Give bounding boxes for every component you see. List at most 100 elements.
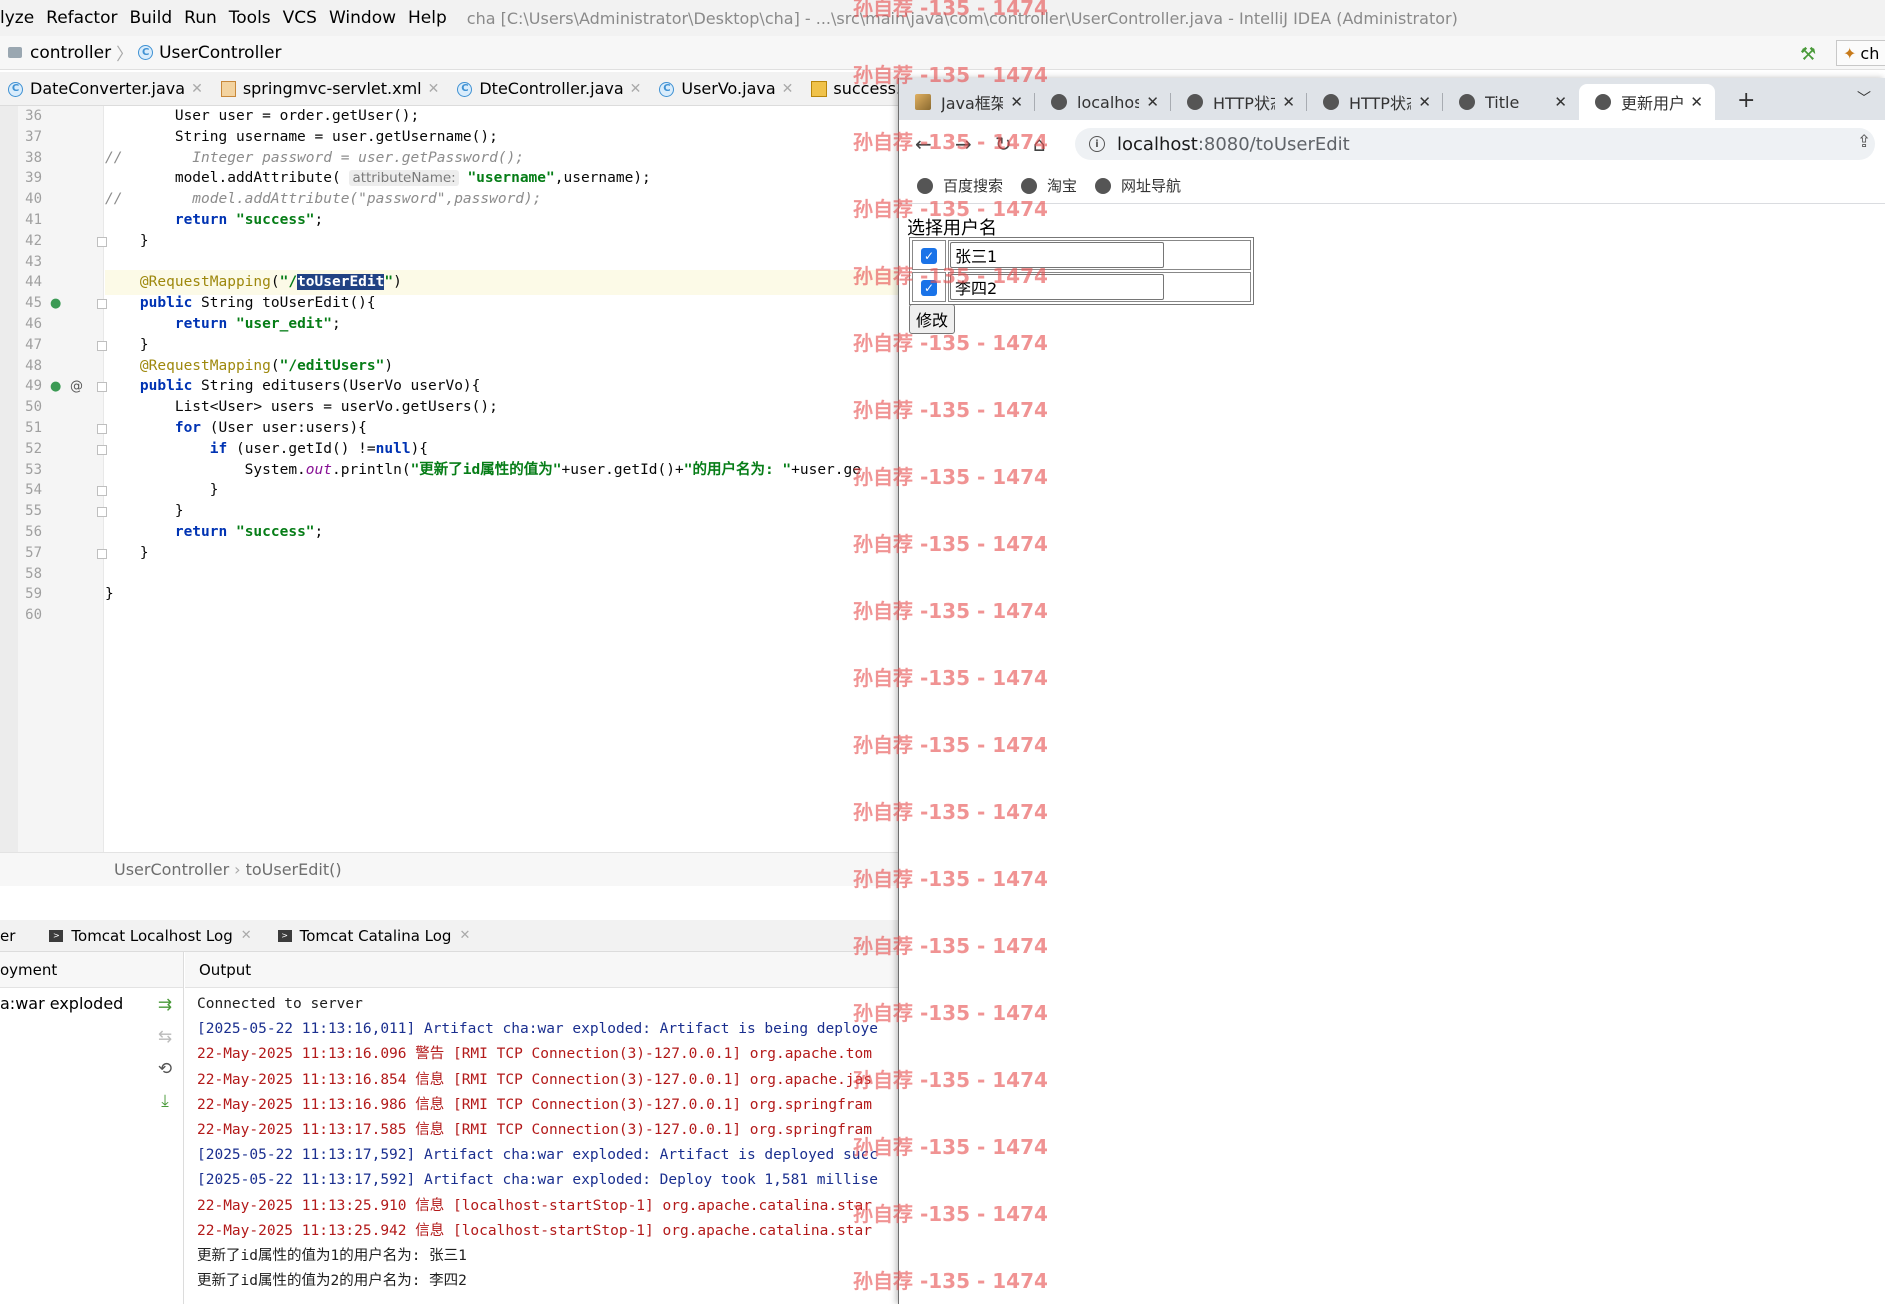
site-favicon-icon [915,94,931,110]
bookmark-item[interactable]: 百度搜索 [917,175,1003,196]
breadcrumb-class[interactable]: UserController [114,860,229,879]
username-input[interactable]: 张三1 [950,242,1164,268]
bookmark-item[interactable]: 淘宝 [1021,175,1077,196]
menu-help[interactable]: Help [408,8,447,28]
tab-search-chevron-icon[interactable]: ﹀ [1857,88,1871,108]
deploy-icon[interactable]: ⇉ [150,995,180,1027]
globe-icon [1095,177,1112,194]
tab-dtecontroller[interactable]: C DteController.java ✕ [449,72,651,106]
fold-marker-icon[interactable] [97,486,107,497]
menu-refactor[interactable]: Refactor [46,8,117,28]
user-checkbox[interactable]: ✓ [921,280,937,296]
folder-icon [8,47,22,58]
close-icon[interactable]: ✕ [1418,93,1431,111]
tab-server[interactable]: er [0,927,15,945]
menu-tools[interactable]: Tools [229,8,271,28]
bookmark-item[interactable]: 网址导航 [1095,175,1181,196]
code-editor[interactable]: User user = order.getUser(); String user… [105,106,900,852]
breadcrumb-method[interactable]: toUserEdit() [246,860,342,879]
back-arrow-icon[interactable]: ← [915,132,932,156]
line-number: 46 [25,316,42,332]
user-checkbox[interactable]: ✓ [921,248,937,264]
console-line: 22-May-2025 11:13:17.585 信息 [RMI TCP Con… [197,1122,873,1138]
fold-marker-icon[interactable] [97,299,107,310]
jsp-icon [811,80,828,97]
menu-analyze[interactable]: lyze [0,8,34,28]
line-number: 60 [25,607,42,624]
breadcrumb-folder[interactable]: controller [30,43,111,63]
browser-tab-active[interactable]: 更新用户 ✕ [1579,84,1715,120]
close-icon[interactable]: ✕ [630,81,642,97]
username-input[interactable]: 李四2 [950,274,1164,300]
code-breadcrumb: UserController › toUserEdit() [0,852,900,886]
run-config-label: ch [1860,43,1880,63]
fold-marker-icon[interactable] [97,424,107,434]
editor-tabs: C DateConverter.java ✕ springmvc-servlet… [0,72,924,106]
chevron-right-icon: › [234,860,241,879]
info-icon[interactable]: i [1089,136,1105,152]
url-host: localhost [1117,133,1198,155]
fold-marker-icon[interactable] [97,444,107,455]
tab-label: Tomcat Catalina Log [299,926,452,945]
forward-arrow-icon[interactable]: → [955,132,972,156]
close-icon[interactable]: ✕ [1690,93,1703,111]
browser-tab[interactable]: localhost ✕ [1035,84,1171,120]
submit-button[interactable]: 修改 [909,304,956,334]
spring-mapping-icon[interactable]: ● [50,379,61,394]
line-number: 47 [25,336,42,353]
share-icon[interactable]: ⇪ [1857,132,1871,152]
build-hammer-icon[interactable]: ⚒ [1800,44,1820,65]
close-icon[interactable]: ✕ [1282,93,1295,111]
fold-marker-icon[interactable] [97,507,107,518]
fold-marker-icon[interactable] [97,382,107,393]
annotation-icon[interactable]: @ [70,379,83,394]
spring-mapping-icon[interactable]: ● [50,296,61,311]
close-icon[interactable]: ✕ [428,81,440,97]
fold-marker-icon[interactable] [97,236,107,247]
new-tab-plus-icon[interactable]: + [1737,88,1755,113]
code-line[interactable] [105,603,900,628]
line-number: 52 [25,440,42,457]
refresh-icon[interactable]: ⟲ [150,1059,180,1091]
close-icon[interactable]: ✕ [191,81,203,97]
fold-marker-icon[interactable] [97,340,107,351]
line-number: 53 [25,461,42,478]
update-icon[interactable]: ⤓ [150,1091,180,1123]
line-number: 51 [25,420,42,436]
menu-run[interactable]: Run [184,8,217,28]
reload-icon[interactable]: ↻ [995,132,1012,156]
close-icon[interactable]: ✕ [241,928,252,943]
line-number: 39 [25,170,42,187]
console-output[interactable]: Connected to server [2025-05-22 11:13:16,… [185,988,900,1304]
close-icon[interactable]: ✕ [782,81,794,97]
console-line: [2025-05-22 11:13:17,592] Artifact cha:w… [197,1147,878,1164]
console-line: 22-May-2025 11:13:16.854 信息 [RMI TCP Con… [197,1071,873,1088]
run-configuration-select[interactable]: ✦ ch [1836,40,1885,66]
browser-tab[interactable]: Title ✕ [1443,84,1579,120]
menu-window[interactable]: Window [329,8,396,28]
browser-tab[interactable]: HTTP状态 ✕ [1307,84,1443,120]
breadcrumb-file[interactable]: UserController [159,43,281,63]
tab-uservo[interactable]: C UserVo.java ✕ [651,72,803,106]
fold-marker-icon[interactable] [97,548,107,559]
tab-tomcat-localhost-log[interactable]: > Tomcat Localhost Log ✕ [49,927,252,945]
checkbox-cell: ✓ [912,272,946,302]
tab-tomcat-catalina-log[interactable]: > Tomcat Catalina Log ✕ [277,926,470,945]
line-number: 43 [25,253,42,270]
tab-dateconverter[interactable]: C DateConverter.java ✕ [0,72,213,106]
menu-build[interactable]: Build [129,8,172,28]
terminal-icon: > [49,929,64,942]
browser-tab[interactable]: Java框架 ✕ [899,84,1035,120]
close-icon[interactable]: ✕ [1554,93,1567,111]
close-icon[interactable]: ✕ [459,928,470,943]
line-number: 55 [25,503,42,520]
undeploy-icon[interactable]: ⇆ [150,1027,180,1059]
address-bar[interactable]: i localhost:8080/toUserEdit [1075,128,1875,160]
home-icon[interactable]: ⌂ [1033,132,1046,156]
tab-springmvc-servlet[interactable]: springmvc-servlet.xml ✕ [213,72,450,106]
line-number: 40 [25,191,42,208]
close-icon[interactable]: ✕ [1146,93,1159,111]
browser-tab[interactable]: HTTP状态 ✕ [1171,84,1307,120]
menu-vcs[interactable]: VCS [283,8,317,28]
close-icon[interactable]: ✕ [1010,93,1023,111]
